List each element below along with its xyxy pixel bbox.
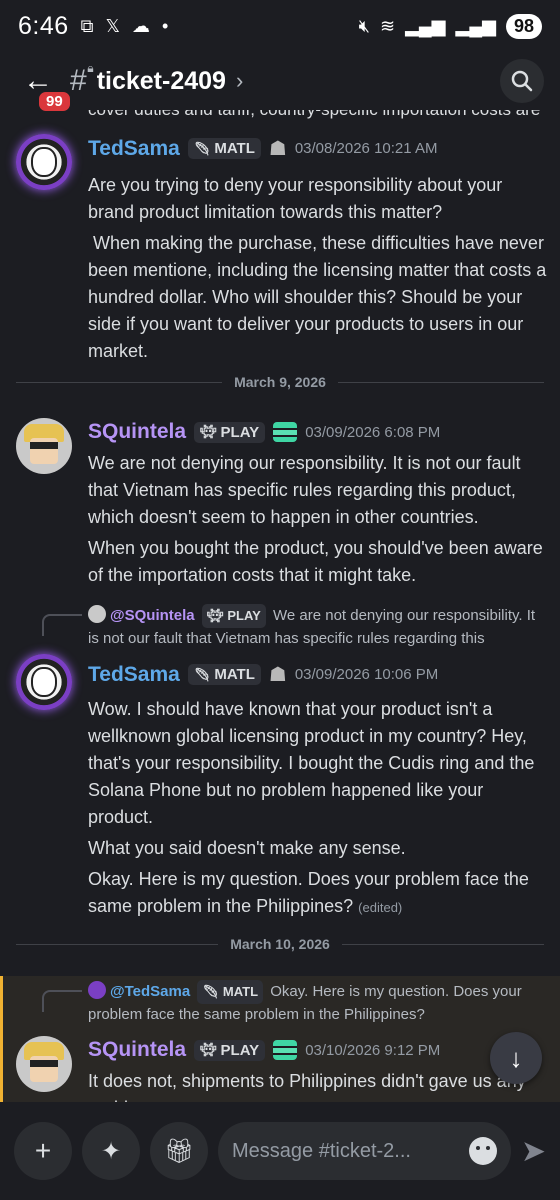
username[interactable]: SQuintela bbox=[88, 420, 186, 444]
avatar[interactable] bbox=[16, 1036, 72, 1092]
reply-avatar bbox=[88, 981, 106, 999]
profile-badge-icon bbox=[273, 1040, 298, 1060]
signal-icon: ▂▄▆ bbox=[405, 15, 446, 36]
plus-icon: + bbox=[34, 1135, 52, 1166]
message-composer: + ✦ 🎁︎ Message #ticket-2... ➤ bbox=[0, 1102, 560, 1200]
chevron-right-icon[interactable]: › bbox=[236, 68, 243, 94]
avatar[interactable] bbox=[16, 134, 72, 190]
x-icon: 𝕏 bbox=[105, 15, 121, 36]
username[interactable]: TedSama bbox=[88, 663, 180, 687]
timestamp: 03/08/2026 10:21 AM bbox=[294, 140, 438, 157]
battery-indicator: 98 bbox=[505, 13, 542, 39]
game-icon: 👾︎ bbox=[206, 608, 224, 623]
date-divider: March 9, 2026 bbox=[16, 372, 544, 392]
game-icon: 👾︎ bbox=[200, 424, 217, 439]
game-icon: 👾︎ bbox=[200, 1042, 217, 1057]
server-tag[interactable]: 👾︎ PLAY bbox=[194, 421, 266, 443]
avatar[interactable] bbox=[16, 418, 72, 474]
timestamp: 03/09/2026 10:06 PM bbox=[294, 666, 439, 683]
search-button[interactable] bbox=[500, 59, 544, 103]
dot-icon: • bbox=[162, 15, 169, 36]
send-button[interactable]: ➤ bbox=[521, 1134, 546, 1169]
avatar[interactable] bbox=[16, 654, 72, 710]
wifi-icon: ≋ bbox=[379, 15, 396, 36]
private-channel-icon: # 🔒︎ bbox=[70, 61, 94, 97]
status-time: 6:46 bbox=[18, 11, 69, 40]
arrow-down-icon: ↓ bbox=[509, 1042, 523, 1073]
message-content: We are not denying our responsibility. I… bbox=[88, 453, 543, 585]
server-tag: 🪶︎ MATL bbox=[197, 980, 264, 1004]
date-divider: March 10, 2026 bbox=[16, 934, 544, 954]
channel-name[interactable]: ticket-2409 bbox=[97, 67, 226, 96]
signal-icon: ▂▄▆ bbox=[455, 15, 496, 36]
message-input-placeholder: Message #ticket-2... bbox=[232, 1139, 411, 1162]
reply-connector bbox=[42, 614, 82, 636]
back-button[interactable]: ← 99 bbox=[16, 59, 73, 114]
timestamp: 03/09/2026 6:08 PM bbox=[305, 423, 441, 441]
username[interactable]: SQuintela bbox=[88, 1038, 186, 1062]
edited-label: (edited) bbox=[358, 900, 403, 915]
add-attachment-button[interactable]: + bbox=[14, 1122, 72, 1180]
reply-preview[interactable]: @TedSama 🪶︎ MATL Okay. Here is my questio… bbox=[88, 980, 544, 1026]
feather-icon: 🪶︎ bbox=[193, 666, 211, 682]
reply-connector bbox=[42, 990, 82, 1012]
message-input[interactable]: Message #ticket-2... bbox=[218, 1122, 511, 1180]
gift-button[interactable]: 🎁︎ bbox=[150, 1122, 208, 1180]
server-tag[interactable]: 🪶︎ MATL bbox=[187, 138, 261, 159]
jump-to-present-button[interactable]: ↓ bbox=[490, 1032, 542, 1084]
message-list[interactable]: cover duties and tariff, country-specifi… bbox=[0, 110, 560, 1102]
timestamp: 03/10/2026 9:12 PM bbox=[305, 1041, 441, 1059]
gift-icon: 🎁︎ bbox=[163, 1137, 195, 1165]
message-content: It does not, shipments to Philippines di… bbox=[88, 1071, 526, 1102]
feather-icon: 🪶︎ bbox=[202, 984, 219, 999]
profile-badge-icon: ☗ bbox=[268, 664, 287, 686]
mute-icon: 🔇︎ bbox=[358, 15, 370, 36]
server-tag[interactable]: 🪶︎ MATL bbox=[187, 664, 261, 685]
clipped-message-text: cover duties and tariff, country-specifi… bbox=[88, 110, 540, 120]
username[interactable]: TedSama bbox=[88, 137, 180, 161]
status-bar: 6:46 ⧉ 𝕏 ☁ • 🔇︎ ≋ ▂▄▆ ▂▄▆ 98 bbox=[0, 0, 560, 52]
screenshot-icon: ⧉ bbox=[80, 15, 94, 36]
channel-header: ← 99 # 🔒︎ ticket-2409 › bbox=[0, 52, 560, 114]
message-content: Are you trying to deny your responsibili… bbox=[88, 175, 552, 361]
weather-icon: ☁ bbox=[132, 15, 151, 36]
search-icon bbox=[511, 70, 533, 92]
profile-badge-icon: ☗ bbox=[268, 138, 287, 160]
emoji-icon[interactable] bbox=[468, 1137, 497, 1165]
server-tag: 👾︎ PLAY bbox=[201, 604, 266, 628]
apps-icon: ✦ bbox=[100, 1137, 122, 1165]
message-content: Wow. I should have known that your produ… bbox=[88, 699, 535, 916]
profile-badge-icon bbox=[273, 422, 298, 442]
reply-preview[interactable]: @SQuintela 👾︎ PLAY We are not denying our… bbox=[88, 604, 544, 650]
apps-button[interactable]: ✦ bbox=[82, 1122, 140, 1180]
server-tag[interactable]: 👾︎ PLAY bbox=[194, 1039, 266, 1061]
reply-avatar bbox=[88, 605, 106, 623]
feather-icon: 🪶︎ bbox=[193, 140, 211, 156]
